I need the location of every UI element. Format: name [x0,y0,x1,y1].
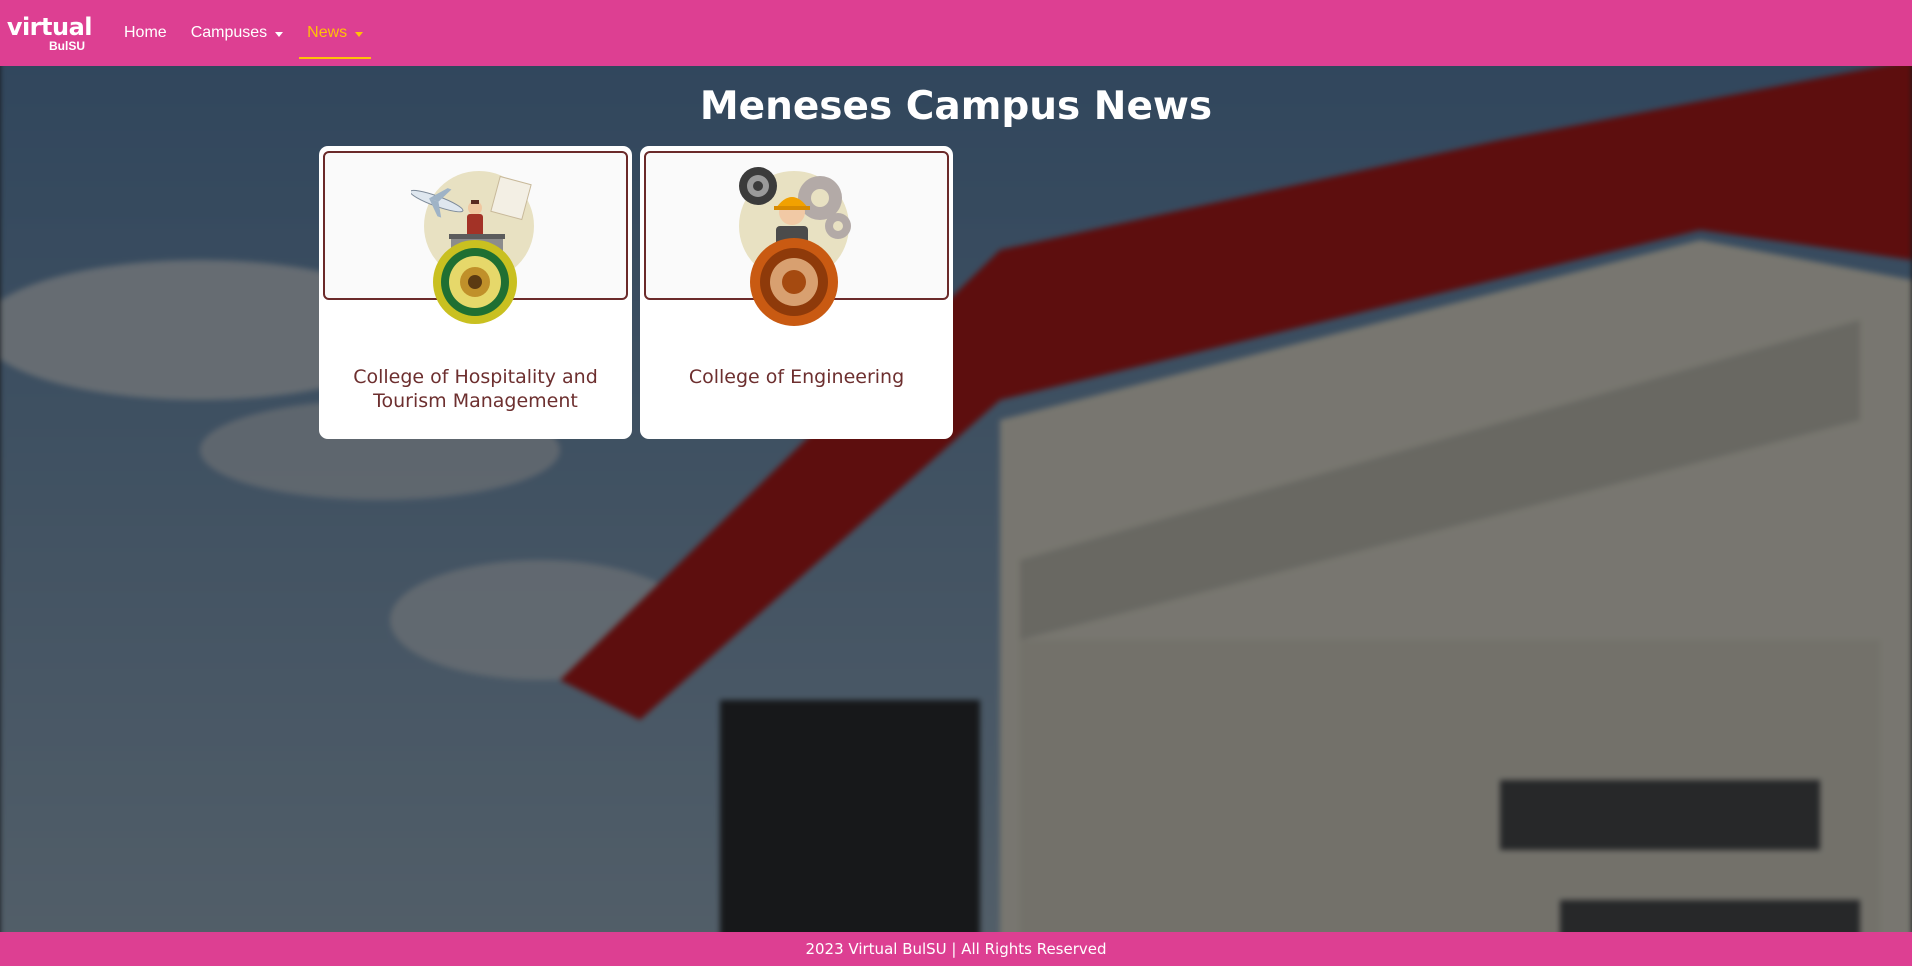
background-overlay [0,0,1912,966]
nav-news-label: News [307,24,348,41]
page-footer: 2023 Virtual BulSU | All Rights Reserved [0,932,1912,966]
nav-campuses-dropdown[interactable]: Campuses [183,13,291,53]
footer-copyright: 2023 Virtual BulSU | All Rights Reserved [805,940,1107,958]
brand-logo[interactable]: virtual BulSU [7,15,93,53]
college-card-engineering[interactable]: College of Engineering [640,146,953,439]
nav-campuses-label: Campuses [190,24,268,41]
engineering-icon [738,167,851,326]
brand-logo-subtext: BulSU [49,38,85,53]
college-card-hospitality[interactable]: College of Hospitality and Tourism Manag… [319,146,632,439]
top-navbar: virtual BulSU Home Campuses News [0,0,1912,66]
nav-home-label: Home [124,24,167,41]
nav-home-link[interactable]: Home [116,13,175,53]
college-card-label: College of Hospitality and Tourism Manag… [353,366,598,412]
caret-down-icon [275,31,284,37]
page-title: Meneses Campus News [699,84,1213,129]
brand-logo-text: virtual [6,12,93,41]
caret-down-icon [355,31,364,37]
nav-news-dropdown[interactable]: News [299,13,372,59]
college-card-label: College of Engineering [688,366,905,388]
hospitality-tourism-icon [410,171,534,324]
